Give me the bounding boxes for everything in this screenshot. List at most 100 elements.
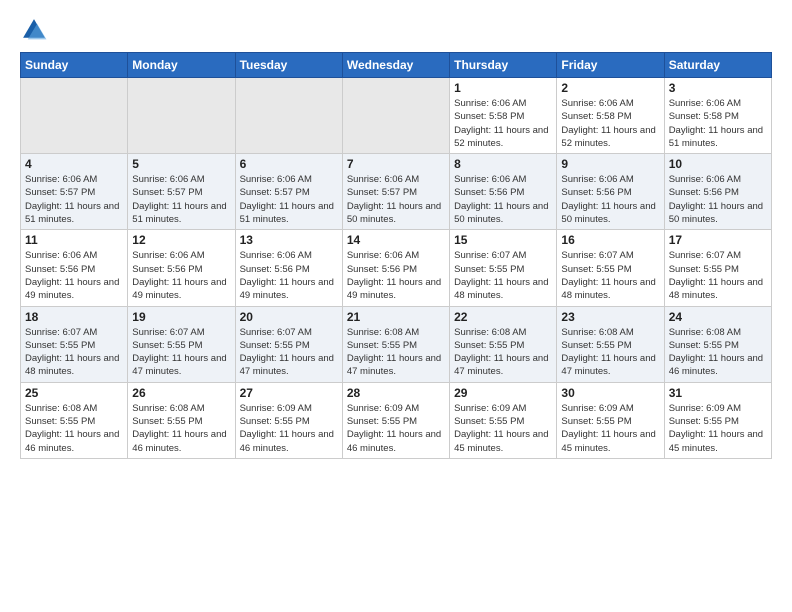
logo-icon (20, 16, 48, 44)
day-number: 7 (347, 157, 445, 171)
day-info: Sunrise: 6:06 AMSunset: 5:58 PMDaylight:… (561, 97, 659, 150)
day-number: 15 (454, 233, 552, 247)
week-row-5: 25 Sunrise: 6:08 AMSunset: 5:55 PMDayligh… (21, 382, 772, 458)
day-info: Sunrise: 6:06 AMSunset: 5:56 PMDaylight:… (669, 173, 767, 226)
day-info: Sunrise: 6:06 AMSunset: 5:58 PMDaylight:… (454, 97, 552, 150)
day-info: Sunrise: 6:06 AMSunset: 5:57 PMDaylight:… (347, 173, 445, 226)
day-cell-17: 17 Sunrise: 6:07 AMSunset: 5:55 PMDayligh… (664, 230, 771, 306)
day-info: Sunrise: 6:06 AMSunset: 5:56 PMDaylight:… (132, 249, 230, 302)
day-number: 4 (25, 157, 123, 171)
day-info: Sunrise: 6:09 AMSunset: 5:55 PMDaylight:… (240, 402, 338, 455)
day-cell-30: 30Sunrise: 6:09 AMSunset: 5:55 PMDayligh… (557, 382, 664, 458)
day-number: 3 (669, 81, 767, 95)
day-info: Sunrise: 6:06 AMSunset: 5:58 PMDaylight:… (669, 97, 767, 150)
day-cell-13: 13 Sunrise: 6:06 AMSunset: 5:56 PMDayligh… (235, 230, 342, 306)
day-info: Sunrise: 6:08 AMSunset: 5:55 PMDaylight:… (347, 326, 445, 379)
week-row-2: 4 Sunrise: 6:06 AMSunset: 5:57 PMDaylight… (21, 154, 772, 230)
day-number: 27 (240, 386, 338, 400)
day-number: 9 (561, 157, 659, 171)
day-cell-16: 16 Sunrise: 6:07 AMSunset: 5:55 PMDayligh… (557, 230, 664, 306)
day-cell-24: 24Sunrise: 6:08 AMSunset: 5:55 PMDayligh… (664, 306, 771, 382)
day-number: 17 (669, 233, 767, 247)
day-number: 10 (669, 157, 767, 171)
day-info: Sunrise: 6:06 AMSunset: 5:56 PMDaylight:… (561, 173, 659, 226)
day-info: Sunrise: 6:07 AMSunset: 5:55 PMDaylight:… (132, 326, 230, 379)
day-cell-18: 18 Sunrise: 6:07 AMSunset: 5:55 PMDayligh… (21, 306, 128, 382)
day-cell-4: 4 Sunrise: 6:06 AMSunset: 5:57 PMDaylight… (21, 154, 128, 230)
day-number: 26 (132, 386, 230, 400)
week-row-1: 1 Sunrise: 6:06 AMSunset: 5:58 PMDaylight… (21, 78, 772, 154)
day-info: Sunrise: 6:07 AMSunset: 5:55 PMDaylight:… (25, 326, 123, 379)
day-info: Sunrise: 6:06 AMSunset: 5:57 PMDaylight:… (240, 173, 338, 226)
day-cell-10: 10 Sunrise: 6:06 AMSunset: 5:56 PMDayligh… (664, 154, 771, 230)
day-cell-14: 14Sunrise: 6:06 AMSunset: 5:56 PMDayligh… (342, 230, 449, 306)
day-cell-11: 11Sunrise: 6:06 AMSunset: 5:56 PMDayligh… (21, 230, 128, 306)
page: SundayMondayTuesdayWednesdayThursdayFrid… (0, 0, 792, 612)
day-cell-1: 1 Sunrise: 6:06 AMSunset: 5:58 PMDaylight… (450, 78, 557, 154)
day-info: Sunrise: 6:08 AMSunset: 5:55 PMDaylight:… (454, 326, 552, 379)
header (20, 16, 772, 44)
day-number: 18 (25, 310, 123, 324)
day-number: 16 (561, 233, 659, 247)
day-info: Sunrise: 6:06 AMSunset: 5:56 PMDaylight:… (347, 249, 445, 302)
day-number: 28 (347, 386, 445, 400)
day-number: 5 (132, 157, 230, 171)
day-cell-20: 20 Sunrise: 6:07 AMSunset: 5:55 PMDayligh… (235, 306, 342, 382)
weekday-header-tuesday: Tuesday (235, 53, 342, 78)
day-info: Sunrise: 6:06 AMSunset: 5:56 PMDaylight:… (25, 249, 123, 302)
day-number: 29 (454, 386, 552, 400)
day-cell-3: 3 Sunrise: 6:06 AMSunset: 5:58 PMDaylight… (664, 78, 771, 154)
day-cell-21: 21 Sunrise: 6:08 AMSunset: 5:55 PMDayligh… (342, 306, 449, 382)
day-info: Sunrise: 6:09 AMSunset: 5:55 PMDaylight:… (454, 402, 552, 455)
day-number: 20 (240, 310, 338, 324)
day-info: Sunrise: 6:08 AMSunset: 5:55 PMDaylight:… (132, 402, 230, 455)
day-cell-9: 9 Sunrise: 6:06 AMSunset: 5:56 PMDaylight… (557, 154, 664, 230)
calendar: SundayMondayTuesdayWednesdayThursdayFrid… (20, 52, 772, 459)
day-cell-12: 12 Sunrise: 6:06 AMSunset: 5:56 PMDayligh… (128, 230, 235, 306)
day-info: Sunrise: 6:07 AMSunset: 5:55 PMDaylight:… (669, 249, 767, 302)
day-cell-22: 22Sunrise: 6:08 AMSunset: 5:55 PMDayligh… (450, 306, 557, 382)
day-cell-8: 8Sunrise: 6:06 AMSunset: 5:56 PMDaylight… (450, 154, 557, 230)
day-cell-19: 19Sunrise: 6:07 AMSunset: 5:55 PMDayligh… (128, 306, 235, 382)
day-info: Sunrise: 6:07 AMSunset: 5:55 PMDaylight:… (561, 249, 659, 302)
day-number: 21 (347, 310, 445, 324)
day-cell-15: 15 Sunrise: 6:07 AMSunset: 5:55 PMDayligh… (450, 230, 557, 306)
day-number: 12 (132, 233, 230, 247)
day-number: 25 (25, 386, 123, 400)
empty-cell (235, 78, 342, 154)
day-cell-7: 7 Sunrise: 6:06 AMSunset: 5:57 PMDaylight… (342, 154, 449, 230)
day-cell-29: 29 Sunrise: 6:09 AMSunset: 5:55 PMDayligh… (450, 382, 557, 458)
weekday-header-row: SundayMondayTuesdayWednesdayThursdayFrid… (21, 53, 772, 78)
day-info: Sunrise: 6:06 AMSunset: 5:57 PMDaylight:… (25, 173, 123, 226)
day-info: Sunrise: 6:07 AMSunset: 5:55 PMDaylight:… (240, 326, 338, 379)
empty-cell (342, 78, 449, 154)
weekday-header-thursday: Thursday (450, 53, 557, 78)
day-cell-31: 31Sunrise: 6:09 AMSunset: 5:55 PMDayligh… (664, 382, 771, 458)
day-cell-26: 26 Sunrise: 6:08 AMSunset: 5:55 PMDayligh… (128, 382, 235, 458)
day-info: Sunrise: 6:09 AMSunset: 5:55 PMDaylight:… (669, 402, 767, 455)
day-info: Sunrise: 6:06 AMSunset: 5:56 PMDaylight:… (240, 249, 338, 302)
day-info: Sunrise: 6:06 AMSunset: 5:56 PMDaylight:… (454, 173, 552, 226)
day-info: Sunrise: 6:08 AMSunset: 5:55 PMDaylight:… (25, 402, 123, 455)
day-number: 1 (454, 81, 552, 95)
day-info: Sunrise: 6:09 AMSunset: 5:55 PMDaylight:… (347, 402, 445, 455)
day-info: Sunrise: 6:08 AMSunset: 5:55 PMDaylight:… (561, 326, 659, 379)
empty-cell (128, 78, 235, 154)
day-number: 2 (561, 81, 659, 95)
day-info: Sunrise: 6:08 AMSunset: 5:55 PMDaylight:… (669, 326, 767, 379)
day-cell-23: 23Sunrise: 6:08 AMSunset: 5:55 PMDayligh… (557, 306, 664, 382)
day-info: Sunrise: 6:09 AMSunset: 5:55 PMDaylight:… (561, 402, 659, 455)
week-row-3: 11Sunrise: 6:06 AMSunset: 5:56 PMDayligh… (21, 230, 772, 306)
day-number: 13 (240, 233, 338, 247)
day-info: Sunrise: 6:07 AMSunset: 5:55 PMDaylight:… (454, 249, 552, 302)
day-cell-28: 28 Sunrise: 6:09 AMSunset: 5:55 PMDayligh… (342, 382, 449, 458)
weekday-header-saturday: Saturday (664, 53, 771, 78)
weekday-header-friday: Friday (557, 53, 664, 78)
day-cell-25: 25 Sunrise: 6:08 AMSunset: 5:55 PMDayligh… (21, 382, 128, 458)
day-number: 6 (240, 157, 338, 171)
week-row-4: 18 Sunrise: 6:07 AMSunset: 5:55 PMDayligh… (21, 306, 772, 382)
empty-cell (21, 78, 128, 154)
weekday-header-wednesday: Wednesday (342, 53, 449, 78)
day-cell-5: 5Sunrise: 6:06 AMSunset: 5:57 PMDaylight… (128, 154, 235, 230)
weekday-header-monday: Monday (128, 53, 235, 78)
